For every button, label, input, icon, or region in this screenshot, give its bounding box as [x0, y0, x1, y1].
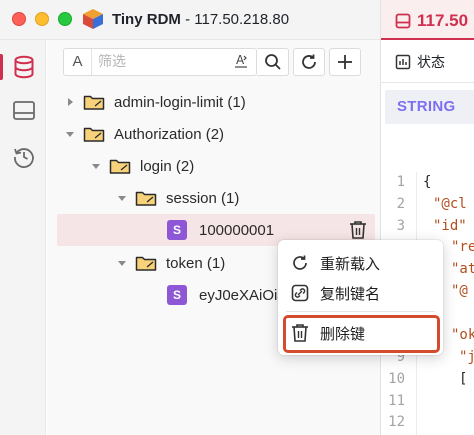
chevron-down-icon[interactable] — [89, 159, 103, 173]
code-line: "ok — [451, 327, 474, 343]
app-window: Tiny RDM - 117.50.218.80 117.50 A 筛选 A a… — [0, 0, 474, 435]
minimize-window-button[interactable] — [35, 12, 49, 26]
search-icon — [264, 54, 281, 70]
chevron-down-icon[interactable] — [63, 127, 77, 141]
code-line: "re — [451, 239, 474, 255]
rail-browser-button[interactable] — [11, 54, 37, 80]
code-line: "@ — [451, 283, 468, 299]
app-name: Tiny RDM — [112, 11, 181, 28]
server-icon — [395, 13, 411, 29]
history-icon — [14, 148, 34, 168]
tree-node-folder[interactable]: login (2) — [57, 150, 375, 182]
zoom-window-button[interactable] — [58, 12, 72, 26]
folder-icon — [135, 191, 157, 206]
title-bar: Tiny RDM - 117.50.218.80 — [0, 0, 380, 40]
chart-icon — [395, 54, 411, 70]
line-number: 10 — [388, 371, 405, 387]
folder-icon — [135, 256, 157, 271]
chevron-down-icon[interactable] — [115, 191, 129, 205]
title-separator: - — [180, 11, 195, 28]
nav-rail — [0, 40, 46, 435]
tree-node-folder[interactable]: session (1) — [57, 182, 375, 214]
menu-item-label: 删除键 — [320, 324, 366, 343]
app-logo-icon — [83, 9, 103, 29]
code-line: "at — [451, 261, 474, 277]
tree-node-label: 100000001 — [199, 221, 275, 239]
filter-type-prefix[interactable]: A — [64, 49, 92, 75]
tree-node-label: Authorization (2) — [114, 125, 225, 143]
rail-server-button[interactable] — [11, 98, 37, 124]
code-line: "@cl — [433, 196, 467, 212]
key-detail-panel: 状态 STRING 1 2 3 4 5 6 7 8 9 10 11 12 13 … — [380, 40, 474, 435]
filter-box: A A — [63, 48, 257, 76]
tree-node-label: admin-login-limit (1) — [114, 93, 246, 111]
tree-node-label: eyJ0eXAiOiJ — [199, 286, 285, 304]
line-number: 3 — [396, 218, 405, 234]
menu-item-delete-key[interactable]: 删除键 — [278, 318, 443, 348]
line-number: 11 — [388, 393, 405, 409]
database-icon — [14, 55, 34, 79]
close-window-button[interactable] — [12, 12, 26, 26]
add-key-button[interactable] — [329, 48, 361, 76]
copy-icon — [290, 283, 310, 303]
line-number: 1 — [396, 174, 405, 190]
tree-node-label: login (2) — [140, 157, 195, 175]
tree-toolbar: A A — [63, 48, 361, 76]
tree-node-label: session (1) — [166, 189, 240, 207]
tree-node-folder[interactable]: Authorization (2) — [57, 118, 375, 150]
code-line: "j — [459, 349, 474, 365]
menu-item-copy-key[interactable]: 复制键名 — [278, 278, 443, 308]
tree-node-folder[interactable]: admin-login-limit (1) — [57, 86, 375, 118]
code-line: [ — [459, 371, 468, 387]
folder-icon — [83, 95, 105, 110]
chevron-down-icon[interactable] — [115, 256, 129, 270]
string-type-badge: S — [167, 285, 187, 305]
window-title: Tiny RDM - 117.50.218.80 — [112, 11, 289, 28]
rail-active-marker — [0, 54, 3, 80]
connection-host: 117.50.218.80 — [194, 11, 290, 28]
tab-status[interactable]: 状态 — [395, 52, 445, 72]
divider — [381, 82, 474, 83]
key-type-tag: STRING — [385, 90, 474, 124]
filter-input[interactable] — [92, 54, 226, 70]
rail-history-button[interactable] — [11, 144, 37, 170]
menu-item-label: 复制键名 — [320, 284, 381, 303]
code-line: "id" — [433, 218, 467, 234]
status-tab-label: 状态 — [417, 54, 445, 70]
chevron-right-icon[interactable] — [63, 95, 77, 109]
code-line: { — [423, 174, 432, 190]
folder-icon — [109, 159, 131, 174]
case-sensitive-icon[interactable]: A — [226, 53, 256, 72]
trash-icon — [290, 323, 310, 343]
line-number: 12 — [388, 414, 405, 430]
key-tree-panel: A A — [47, 40, 380, 435]
refresh-button[interactable] — [293, 48, 325, 76]
refresh-icon — [302, 54, 316, 69]
context-menu: 重新载入 复制键名 删除键 — [278, 240, 443, 355]
search-button[interactable] — [257, 48, 289, 76]
menu-divider — [286, 311, 435, 312]
tree-node-label: token (1) — [166, 254, 226, 272]
reload-icon — [290, 253, 310, 273]
menu-item-reload[interactable]: 重新载入 — [278, 248, 443, 278]
tab-connection[interactable]: 117.50 — [395, 8, 468, 34]
line-number: 2 — [396, 196, 405, 212]
terminal-icon — [13, 101, 35, 120]
tab-bar: 117.50 — [380, 0, 474, 40]
add-icon — [338, 55, 352, 69]
key-type-label: STRING — [397, 98, 456, 115]
string-type-badge: S — [167, 220, 187, 240]
menu-item-label: 重新载入 — [320, 254, 381, 273]
tab-label: 117.50 — [417, 11, 469, 30]
folder-icon — [83, 127, 105, 142]
svg-text:A: A — [236, 53, 245, 67]
